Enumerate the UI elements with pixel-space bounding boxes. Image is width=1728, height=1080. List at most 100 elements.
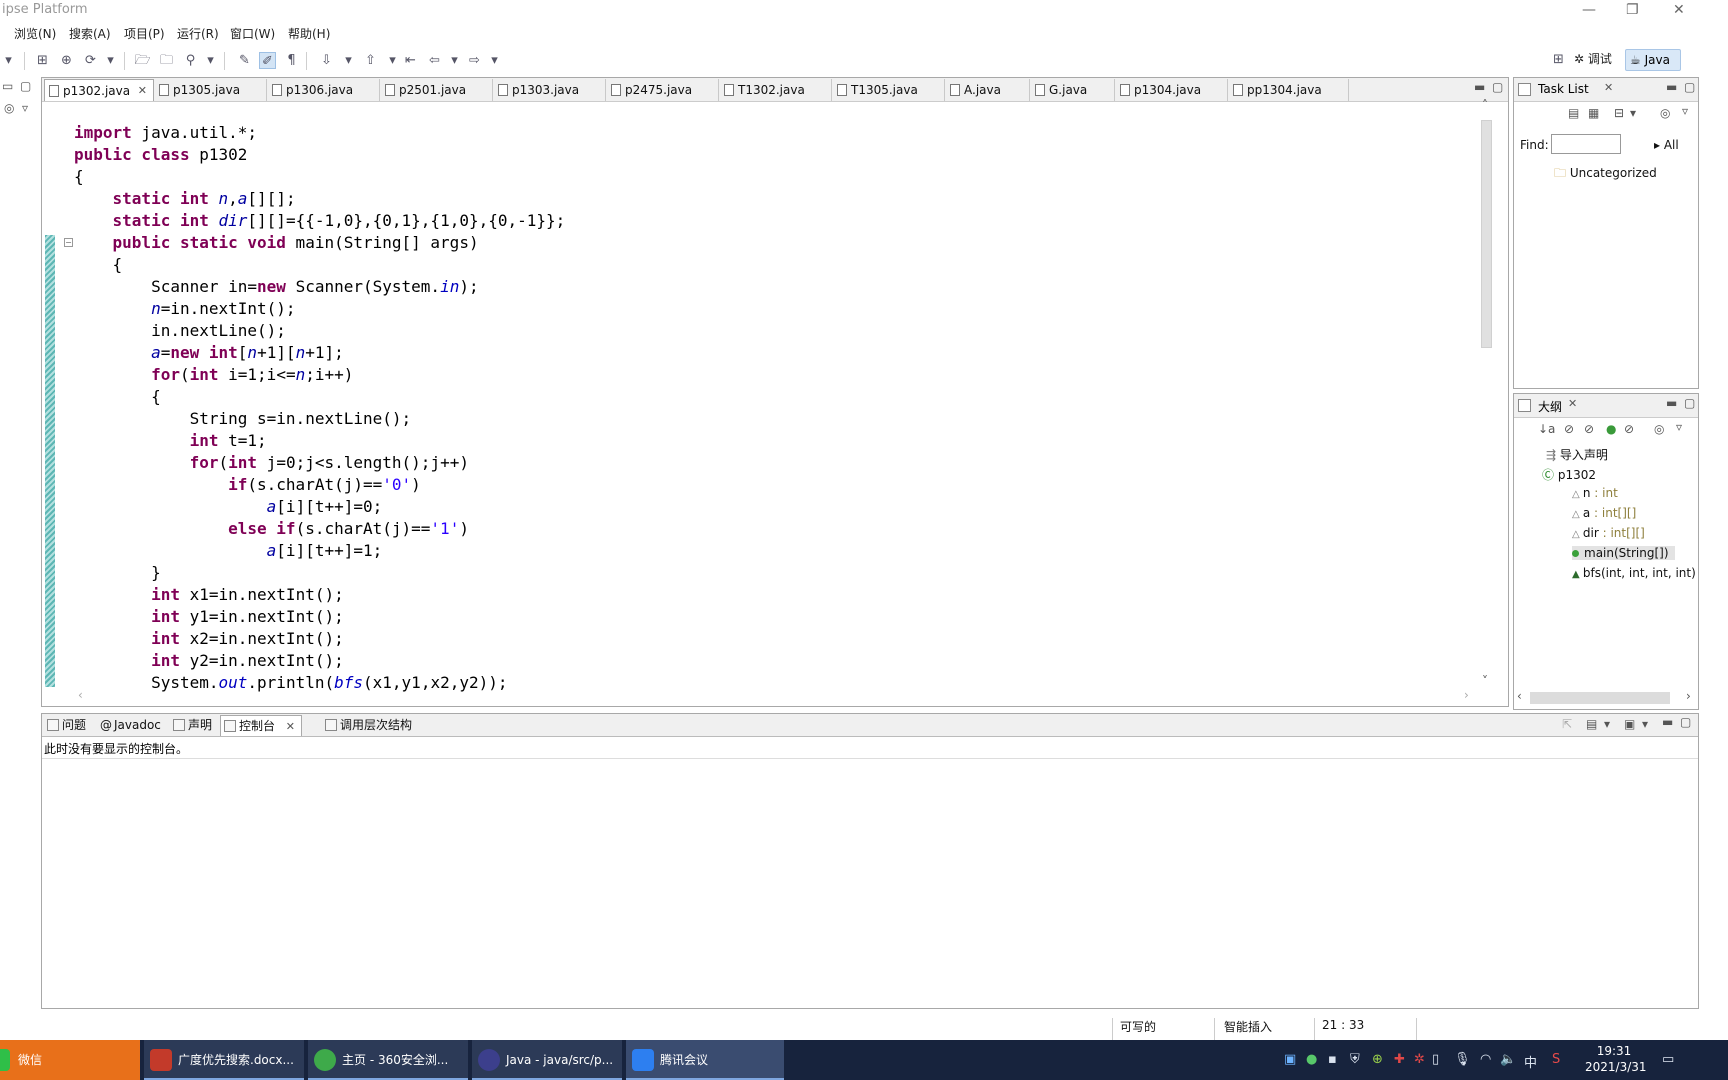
tab-javadoc[interactable]: @ Javadoc	[96, 715, 168, 736]
view-menu-icon[interactable]: ▿	[22, 101, 28, 115]
minimized-view-icon[interactable]: ▭	[2, 79, 13, 93]
vertical-scroll-thumb[interactable]	[1481, 120, 1492, 348]
tray-mic-icon[interactable]: 🎙	[1454, 1052, 1471, 1067]
scroll-left-icon[interactable]: ‹	[78, 688, 83, 702]
restore-icon[interactable]: ❐	[1626, 2, 1639, 18]
maximize-view-icon[interactable]: ▢	[1684, 396, 1695, 410]
field-node[interactable]: △ dir : int[][]	[1572, 526, 1645, 540]
restore-view-icon[interactable]: ▢	[20, 79, 31, 93]
editor-tab[interactable]: p1304.java	[1116, 79, 1228, 101]
forward-icon[interactable]: ⇨	[466, 52, 483, 69]
toggle-mark-icon[interactable]: ✎	[236, 52, 253, 69]
find-input[interactable]	[1551, 134, 1621, 154]
menu-help[interactable]: 帮助(H)	[288, 25, 330, 42]
taskbar-360-browser[interactable]: 主页 - 360安全浏...	[308, 1040, 468, 1080]
dropdown-icon[interactable]: ▾	[0, 52, 17, 69]
close-tab-icon[interactable]: ✕	[138, 80, 147, 102]
new-task-icon[interactable]: ▤	[1568, 106, 1579, 120]
next-annotation-icon[interactable]: ⇩	[318, 52, 335, 69]
taskbar-clock[interactable]: 19:31 2021/3/31	[1585, 1043, 1647, 1075]
hide-local-types-icon[interactable]: ⊘	[1624, 422, 1634, 436]
tab-problems[interactable]: 问题	[44, 715, 94, 736]
tray-device-icon[interactable]: ▪	[1328, 1052, 1337, 1067]
tray-bug-icon[interactable]: ✲	[1414, 1052, 1425, 1067]
maximize-view-icon[interactable]: ▢	[1684, 80, 1695, 94]
new-class-icon[interactable]: ⊕	[58, 52, 75, 69]
all-link[interactable]: ▸ All	[1654, 138, 1679, 152]
outline-tab[interactable]: 大纲 ✕ ▬ ▢	[1514, 394, 1698, 418]
minimize-view-icon[interactable]: ▬	[1662, 715, 1673, 729]
minimize-view-icon[interactable]: ▬	[1666, 80, 1677, 94]
open-console-icon[interactable]: ⇱	[1562, 717, 1572, 731]
taskbar-wechat[interactable]: 微信	[0, 1040, 140, 1080]
editor-tab[interactable]: G.java	[1031, 79, 1115, 101]
display-console-icon[interactable]: ▤	[1586, 717, 1597, 731]
dropdown-icon[interactable]: ▾	[446, 52, 463, 69]
tray-sogou-icon[interactable]: S	[1552, 1052, 1560, 1067]
tray-volume-icon[interactable]: 🔈	[1500, 1052, 1516, 1067]
notification-icon[interactable]: ▭	[1662, 1052, 1674, 1067]
dropdown-icon[interactable]: ▾	[486, 52, 503, 69]
debug-perspective[interactable]: ✲ 调试	[1574, 50, 1612, 67]
java-perspective[interactable]: ☕ Java	[1625, 49, 1681, 71]
back-icon[interactable]: ⇦	[426, 52, 443, 69]
tab-console[interactable]: 控制台 ✕	[220, 715, 302, 736]
taskbar-eclipse[interactable]: Java - java/src/p...	[472, 1040, 622, 1080]
dropdown-icon[interactable]: ▾	[384, 52, 401, 69]
hide-nonpublic-icon[interactable]: ●	[1606, 422, 1616, 436]
scroll-down-icon[interactable]: ˅	[1482, 674, 1488, 688]
menu-navigate[interactable]: 浏览(N)	[14, 25, 56, 42]
imports-node[interactable]: ⇶ 导入声明	[1546, 446, 1608, 463]
field-node[interactable]: △ a : int[][]	[1572, 506, 1636, 520]
fold-collapse-icon[interactable]: −	[64, 238, 73, 247]
open-type-icon[interactable]: 🗁	[134, 52, 151, 69]
view-menu-icon[interactable]: ▿	[1682, 104, 1688, 118]
menu-project[interactable]: 项目(P)	[124, 25, 165, 42]
view-menu-icon[interactable]: ▿	[1676, 420, 1682, 434]
close-tab-icon[interactable]: ✕	[286, 716, 295, 737]
taskbar-tencent-meeting[interactable]: 腾讯会议	[626, 1040, 784, 1080]
tab-call-hierarchy[interactable]: 调用层次结构	[322, 715, 422, 736]
tray-plus-icon[interactable]: ⊕	[1372, 1052, 1383, 1067]
dropdown-icon[interactable]: ▾	[1642, 717, 1648, 731]
minimize-editor-icon[interactable]: ▬	[1474, 80, 1485, 94]
uncategorized-node[interactable]: 🗀 Uncategorized	[1554, 164, 1657, 185]
hide-fields-icon[interactable]: ⊘	[1564, 422, 1574, 436]
editor-tab[interactable]: p1303.java	[494, 79, 606, 101]
tray-wechat-icon[interactable]: ●	[1306, 1052, 1317, 1067]
tray-alert-icon[interactable]: ✚	[1394, 1052, 1405, 1067]
editor-tab[interactable]: T1302.java	[720, 79, 832, 101]
maximize-editor-icon[interactable]: ▢	[1492, 80, 1503, 94]
editor-tab[interactable]: pp1304.java	[1229, 79, 1349, 101]
method-node[interactable]: ▲ bfs(int, int, int, int)	[1572, 566, 1696, 580]
menu-search[interactable]: 搜索(A)	[69, 25, 111, 42]
menu-run[interactable]: 运行(R)	[177, 25, 219, 42]
dropdown-icon[interactable]: ▾	[102, 52, 119, 69]
editor-tab[interactable]: p1302.java ✕	[44, 79, 154, 101]
sync-icon[interactable]: ◎	[1654, 422, 1664, 436]
minimize-icon[interactable]: —	[1582, 2, 1596, 18]
minimize-view-icon[interactable]: ▬	[1666, 396, 1677, 410]
open-folder-icon[interactable]: 🗀	[158, 52, 175, 69]
last-edit-icon[interactable]: ⇤	[402, 52, 419, 69]
editor-tab[interactable]: p1306.java	[268, 79, 380, 101]
editor-tab[interactable]: p2475.java	[607, 79, 719, 101]
scroll-right-icon[interactable]: ›	[1464, 688, 1469, 702]
tray-ime[interactable]: 中	[1524, 1052, 1537, 1071]
dropdown-icon[interactable]: ▾	[1604, 717, 1610, 731]
categorize-icon[interactable]: ▦	[1588, 106, 1599, 120]
show-whitespace-icon[interactable]: ¶	[283, 52, 300, 69]
hide-static-icon[interactable]: ⊘	[1584, 422, 1594, 436]
new-console-icon[interactable]: ▣	[1624, 717, 1635, 731]
editor-tab[interactable]: p1305.java	[155, 79, 267, 101]
menu-window[interactable]: 窗口(W)	[230, 25, 275, 42]
maximize-view-icon[interactable]: ▢	[1680, 715, 1691, 729]
field-node[interactable]: △ n : int	[1572, 486, 1618, 500]
filter-icon[interactable]: ⊟	[1614, 106, 1624, 120]
scroll-left-icon[interactable]: ‹	[1517, 689, 1522, 703]
close-icon[interactable]: ✕	[1673, 2, 1685, 18]
close-view-icon[interactable]: ✕	[1568, 397, 1577, 410]
taskbar-word-doc[interactable]: 广度优先搜索.docx...	[144, 1040, 304, 1080]
tray-wifi-icon[interactable]: ◠	[1480, 1052, 1491, 1067]
search-icon[interactable]: ⚲	[182, 52, 199, 69]
